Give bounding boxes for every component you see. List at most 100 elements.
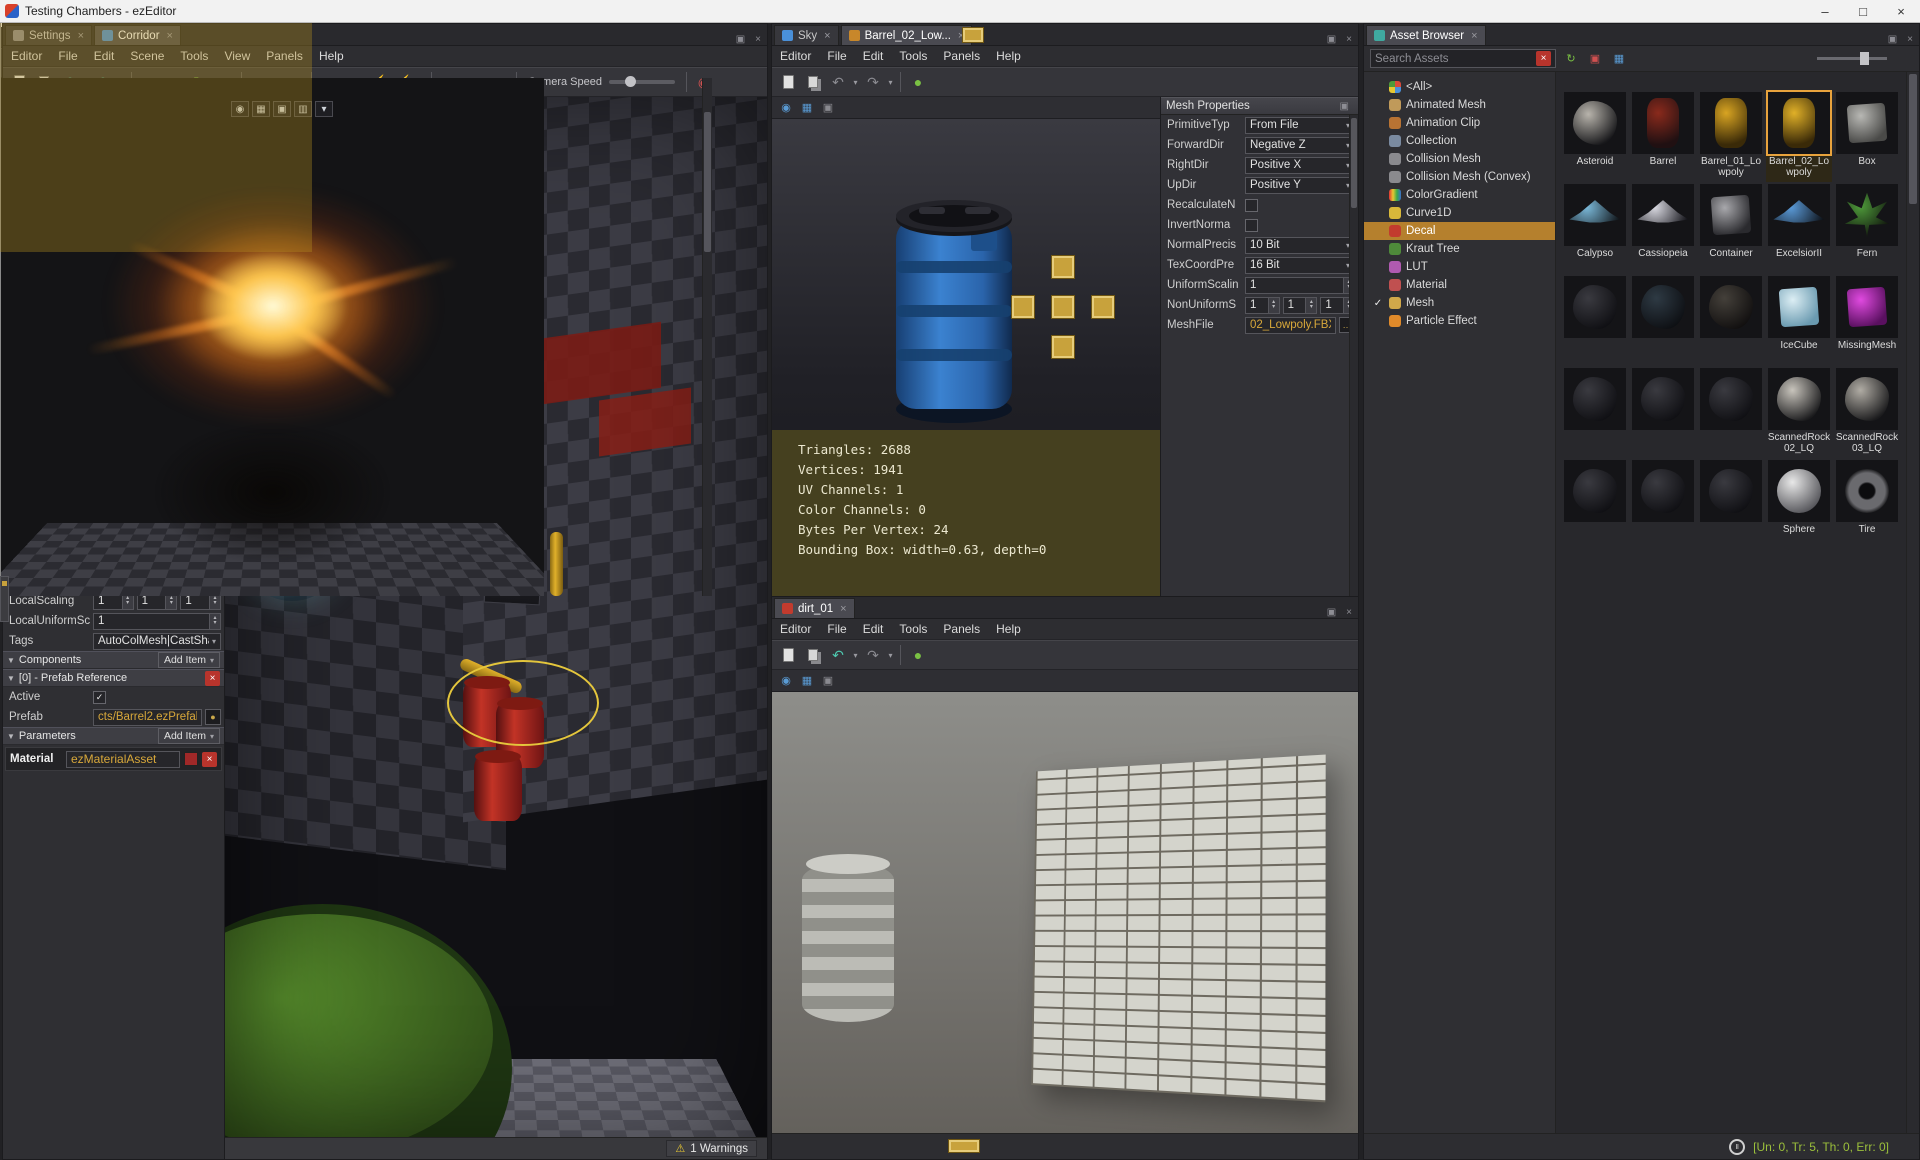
- asset-item[interactable]: Sphere: [1766, 460, 1832, 550]
- particle-panel-scrollbar[interactable]: [702, 78, 712, 596]
- asset-type-item[interactable]: ✓ Collection: [1364, 132, 1555, 150]
- redo-icon[interactable]: ↷: [861, 643, 885, 667]
- prefab-reference-section-header[interactable]: ▼ [0] - Prefab Reference ×: [3, 669, 224, 687]
- asset-item[interactable]: [1562, 368, 1628, 458]
- close-tab-icon[interactable]: ×: [167, 30, 173, 42]
- asset-item[interactable]: Box: [1834, 92, 1900, 182]
- render-mode-icon[interactable]: ◉: [777, 99, 795, 117]
- nonuniform-y-field[interactable]: 1: [1282, 296, 1307, 314]
- float-panel-icon[interactable]: ▣: [1336, 101, 1353, 112]
- dock-target-bottom-icon[interactable]: [948, 1139, 980, 1153]
- spinner[interactable]: ▴▾: [210, 612, 221, 630]
- dock-target-right-icon[interactable]: [1091, 295, 1115, 319]
- browse-asset-button[interactable]: ●: [205, 709, 221, 725]
- menu-item[interactable]: Panels: [258, 47, 311, 65]
- components-section-header[interactable]: ▼ Components Add Item ▾: [3, 651, 224, 669]
- redo-dropdown-icon[interactable]: ▾: [886, 643, 895, 667]
- save-document-icon[interactable]: [776, 70, 800, 94]
- asset-item[interactable]: Calypso: [1562, 184, 1628, 274]
- asset-type-item[interactable]: ✓ LUT: [1364, 258, 1555, 276]
- asset-item[interactable]: Barrel_01_Lowpoly: [1698, 92, 1764, 182]
- screenshot-icon[interactable]: ▣: [819, 99, 837, 117]
- menu-item[interactable]: Editor: [772, 620, 819, 638]
- undo-dropdown-icon[interactable]: ▾: [851, 70, 860, 94]
- close-panel-icon[interactable]: ×: [751, 34, 765, 45]
- asset-type-item[interactable]: ✓ Mesh: [1364, 294, 1555, 312]
- tab-corridor[interactable]: Corridor ×: [94, 25, 181, 45]
- thumbnail-view-icon[interactable]: ▦: [1610, 50, 1628, 68]
- uniform-scaling-field[interactable]: 1: [1245, 276, 1344, 294]
- close-button[interactable]: ×: [1882, 0, 1920, 22]
- thumbnail-size-slider[interactable]: [1817, 52, 1887, 65]
- views-layout-icon[interactable]: ▥: [294, 101, 312, 117]
- asset-type-item[interactable]: ✓ Curve1D: [1364, 204, 1555, 222]
- asset-item[interactable]: Tire: [1834, 460, 1900, 550]
- camera-menu-icon[interactable]: ◉: [231, 101, 249, 117]
- asset-item[interactable]: [1698, 276, 1764, 366]
- asset-item[interactable]: ScannedRock02_LQ: [1766, 368, 1832, 458]
- render-mode-icon[interactable]: ▦: [252, 101, 270, 117]
- asset-item[interactable]: [1630, 276, 1696, 366]
- maximize-button[interactable]: □: [1844, 0, 1882, 22]
- mesh-preview-viewport[interactable]: Triangles: 2688 Vertices: 1941 UV Channels…: [772, 119, 1160, 596]
- copy-icon[interactable]: [801, 643, 825, 667]
- asset-item[interactable]: ScannedRock03_LQ: [1834, 368, 1900, 458]
- asset-item[interactable]: Container: [1698, 184, 1764, 274]
- warnings-button[interactable]: ⚠ 1 Warnings: [666, 1140, 757, 1157]
- background-processing-icon[interactable]: Ⅱ: [1729, 1138, 1746, 1155]
- component-active-checkbox[interactable]: ✓: [93, 690, 106, 704]
- close-panel-icon[interactable]: ×: [1342, 607, 1356, 618]
- asset-type-item[interactable]: ✓ Particle Effect: [1364, 312, 1555, 330]
- asset-item[interactable]: [1630, 368, 1696, 458]
- asset-type-item[interactable]: ✓ Decal: [1364, 222, 1555, 240]
- invert-normals-checkbox[interactable]: [1245, 218, 1258, 232]
- material-asset-field[interactable]: ezMaterialAsset: [66, 750, 180, 768]
- asset-item[interactable]: ExcelsiorII: [1766, 184, 1832, 274]
- menu-item[interactable]: Tools: [891, 620, 935, 638]
- asset-item[interactable]: MissingMesh: [1834, 276, 1900, 366]
- asset-transform-icon[interactable]: ●: [906, 70, 930, 94]
- camera-speed-knob[interactable]: [625, 76, 636, 87]
- float-panel-icon[interactable]: ▣: [1323, 34, 1340, 45]
- asset-item[interactable]: [1698, 460, 1764, 550]
- normal-precision-dropdown[interactable]: 10 Bit ▾: [1245, 236, 1355, 254]
- dock-target-top-icon[interactable]: [1051, 255, 1075, 279]
- menu-item[interactable]: Help: [988, 47, 1029, 65]
- grid-toggle-icon[interactable]: ▦: [798, 672, 816, 690]
- menu-item[interactable]: View: [216, 47, 258, 65]
- menu-item[interactable]: Edit: [855, 620, 892, 638]
- menu-item[interactable]: Help: [311, 47, 352, 65]
- mesh-file-field[interactable]: 02_Lowpoly.FBX: [1245, 316, 1336, 334]
- asset-type-item[interactable]: ✓ Collision Mesh: [1364, 150, 1555, 168]
- asset-item[interactable]: [1630, 460, 1696, 550]
- close-tab-icon[interactable]: ×: [78, 30, 84, 42]
- asset-type-item[interactable]: ✓ Kraut Tree: [1364, 240, 1555, 258]
- menu-item[interactable]: File: [819, 47, 854, 65]
- asset-type-item[interactable]: ✓ Animation Clip: [1364, 114, 1555, 132]
- collapsed-panel-handle[interactable]: [0, 576, 9, 622]
- primitive-type-dropdown[interactable]: From File ▾: [1245, 116, 1355, 134]
- asset-type-item[interactable]: ✓ <All>: [1364, 78, 1555, 96]
- scrollbar-handle[interactable]: [704, 112, 711, 252]
- recalculate-normals-checkbox[interactable]: [1245, 198, 1258, 212]
- float-panel-icon[interactable]: ▣: [1884, 34, 1901, 45]
- fullscreen-icon[interactable]: ▣: [273, 101, 291, 117]
- forward-dir-dropdown[interactable]: Negative Z ▾: [1245, 136, 1355, 154]
- render-mode-icon[interactable]: ◉: [777, 672, 795, 690]
- menu-item[interactable]: Editor: [3, 47, 50, 65]
- remove-parameter-icon[interactable]: ×: [202, 751, 217, 767]
- asset-filter-icon[interactable]: ▣: [1586, 50, 1604, 68]
- prefab-asset-field[interactable]: cts/Barrel2.ezPrefab: [93, 708, 202, 726]
- asset-item[interactable]: Barrel_02_Lowpoly: [1766, 92, 1832, 182]
- menu-item[interactable]: Panels: [935, 620, 988, 638]
- tab-sky[interactable]: Sky ×: [774, 25, 839, 45]
- float-panel-icon[interactable]: ▣: [732, 34, 749, 45]
- asset-item[interactable]: Fern: [1834, 184, 1900, 274]
- viewport-options-icon[interactable]: ▾: [315, 101, 333, 117]
- reimport-assets-icon[interactable]: ↻: [1562, 50, 1580, 68]
- nonuniform-x-field[interactable]: 1: [1245, 296, 1269, 314]
- asset-item[interactable]: [1698, 368, 1764, 458]
- menu-item[interactable]: Edit: [855, 47, 892, 65]
- asset-type-item[interactable]: ✓ Collision Mesh (Convex): [1364, 168, 1555, 186]
- tab-dirt-01[interactable]: dirt_01 ×: [774, 598, 855, 618]
